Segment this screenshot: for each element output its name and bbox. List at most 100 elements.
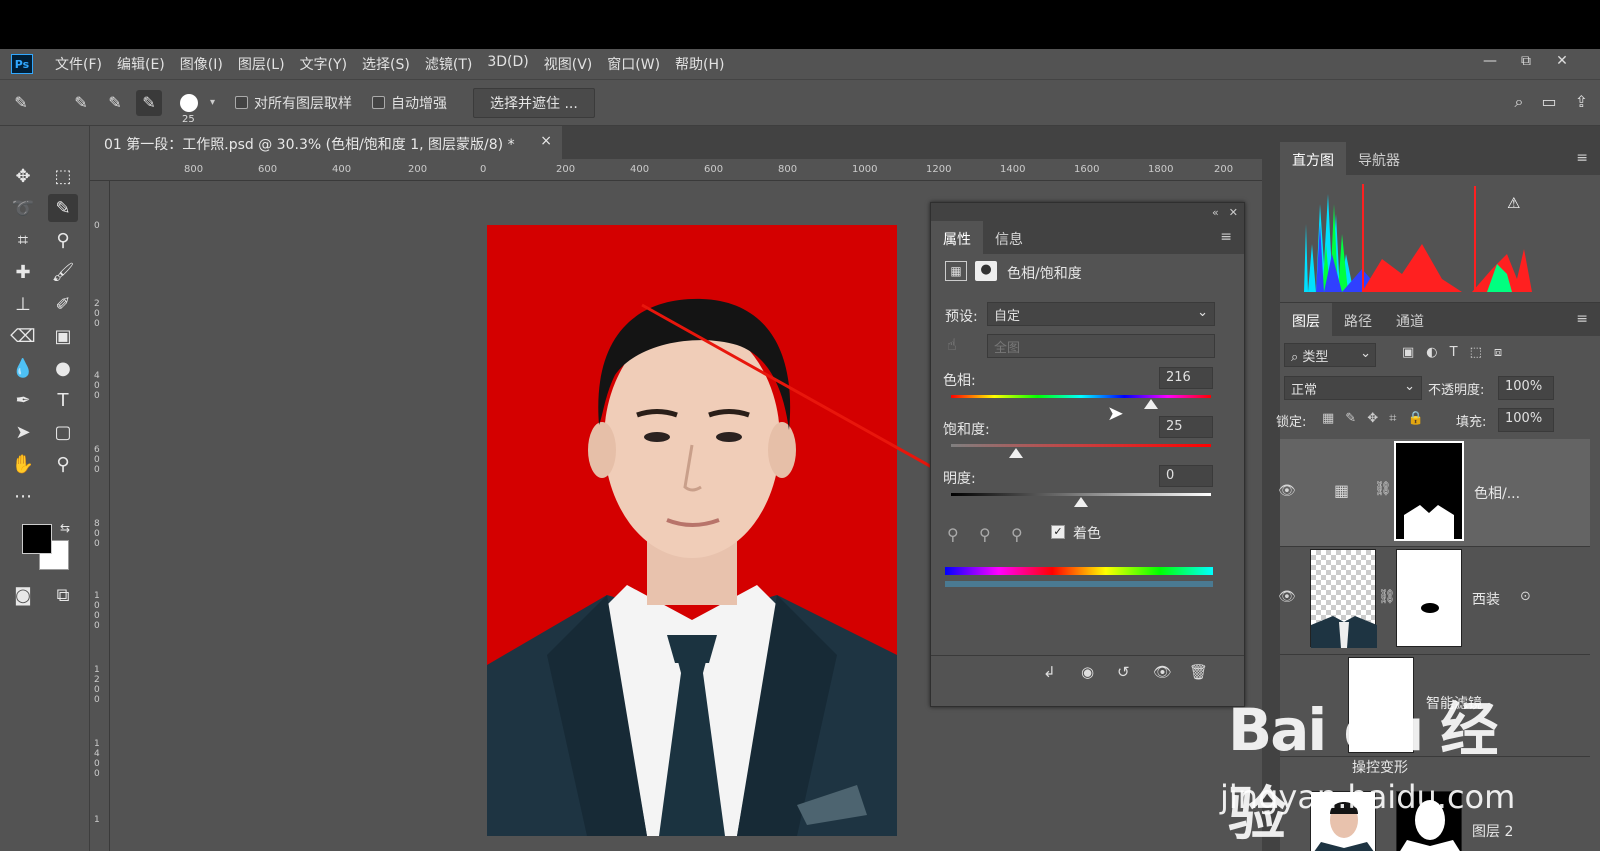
close-panel-icon[interactable]: ✕ <box>1229 206 1238 219</box>
lock-all-icon[interactable]: 🔒 <box>1407 411 1423 426</box>
delete-icon[interactable]: 🗑 <box>1189 663 1208 681</box>
lock-transparent-icon[interactable]: ▦ <box>1322 411 1334 426</box>
result-color-bar <box>945 581 1213 587</box>
histogram-panel: 直方图 导航器 ≡ ⚠ <box>1280 142 1600 302</box>
targeted-adjust-hand-icon[interactable]: ☝ <box>947 335 957 354</box>
channel-dropdown[interactable]: 全图 <box>987 334 1215 358</box>
properties-tabs: 属性 信息 ≡ <box>931 221 1244 254</box>
puppet-warp-label: 操控变形 <box>1352 760 1408 776</box>
saturation-slider-thumb[interactable] <box>1009 448 1023 458</box>
adjustment-title: 色相/饱和度 <box>1007 266 1082 282</box>
lock-label: 锁定: <box>1276 415 1307 430</box>
adjustment-layer-icon: ▦ <box>1334 481 1350 500</box>
layer-thumbnail <box>1310 549 1377 648</box>
layer-filter-label: 类型 <box>1302 350 1329 365</box>
mask-icon[interactable]: ● <box>975 261 997 281</box>
reset-icon[interactable]: ↺ <box>1117 663 1130 681</box>
lightness-input[interactable]: 0 <box>1159 465 1213 487</box>
lightness-slider-thumb[interactable] <box>1074 497 1088 507</box>
eyedropper-plus-icon[interactable]: ⚲ <box>979 525 991 544</box>
tab-channels[interactable]: 通道 <box>1384 303 1436 336</box>
eyedropper-minus-icon[interactable]: ⚲ <box>1011 525 1023 544</box>
channel-value: 全图 <box>994 341 1021 356</box>
layer-filter-dropdown[interactable]: ⌕ 类型 ⌄ <box>1284 343 1376 367</box>
smart-object-icon: ⊙ <box>1520 589 1531 604</box>
lightness-label: 明度: <box>943 471 976 487</box>
lightness-slider-track[interactable] <box>951 493 1211 496</box>
colorize-checkbox[interactable]: ✓ <box>1051 525 1065 539</box>
tab-layers[interactable]: 图层 <box>1280 303 1332 336</box>
smart-object-filter-icon[interactable]: ⧈ <box>1494 345 1502 360</box>
foreground-color-swatch[interactable] <box>22 524 52 554</box>
lock-icons: ▦ ✎ ✥ ⌗ 🔒 <box>1322 411 1424 426</box>
panel-menu-icon[interactable]: ≡ <box>1564 142 1600 175</box>
blend-mode-value: 正常 <box>1291 383 1318 398</box>
clip-to-layer-icon[interactable]: ↲ <box>1043 663 1056 681</box>
layer-row-layer-2[interactable]: 图层 2 <box>1280 785 1590 851</box>
chain-link-icon[interactable]: ⛓ <box>1378 589 1396 605</box>
lock-artboard-icon[interactable]: ⌗ <box>1389 411 1396 426</box>
preset-dropdown[interactable]: 自定 ⌄ <box>987 302 1215 326</box>
chevron-down-icon: ⌄ <box>1360 346 1371 361</box>
type-filter-icon[interactable]: T <box>1450 345 1458 360</box>
tab-paths[interactable]: 路径 <box>1332 303 1384 336</box>
warning-icon[interactable]: ⚠ <box>1507 194 1520 212</box>
layer-visibility-icon[interactable]: 👁 <box>1278 483 1296 499</box>
chevron-down-icon: ⌄ <box>1197 305 1208 320</box>
tab-properties[interactable]: 属性 <box>931 221 983 254</box>
fill-label: 填充: <box>1456 415 1487 430</box>
pixel-filter-icon[interactable]: ▣ <box>1402 345 1414 360</box>
blend-mode-dropdown[interactable]: 正常 ⌄ <box>1284 376 1422 400</box>
panel-menu-icon[interactable]: ≡ <box>1208 221 1244 254</box>
opacity-input[interactable]: 100% <box>1498 376 1554 400</box>
search-icon: ⌕ <box>1291 350 1299 365</box>
hue-slider-track[interactable] <box>951 395 1211 398</box>
source-color-bar <box>945 567 1213 575</box>
layer-row-suit[interactable]: 👁 ⛓ 西装 ⊙ <box>1278 547 1590 655</box>
eyedropper-icon[interactable]: ⚲ <box>947 525 959 544</box>
layer-name: 色相/... <box>1474 486 1521 502</box>
properties-panel: « ✕ 属性 信息 ≡ ▦ ● 色相/饱和度 预设: 自定 ⌄ ☝ 全图 色相:… <box>930 202 1245 707</box>
layer-filter-icons: ▣ ◐ T ⬚ ⧈ <box>1402 345 1502 360</box>
layer-name: 图层 2 <box>1472 824 1514 840</box>
layers-panel: 图层 路径 通道 ≡ ⌕ 类型 ⌄ ▣ ◐ T ⬚ ⧈ 正常 ⌄ 不透明度: 1… <box>1276 302 1600 851</box>
tab-histogram[interactable]: 直方图 <box>1280 142 1346 175</box>
chain-link-icon[interactable]: ⛓ <box>1374 481 1392 497</box>
preset-label: 预设: <box>945 309 978 325</box>
visibility-icon[interactable]: 👁 <box>1153 663 1172 681</box>
layer-row-hue-saturation[interactable]: 👁 ▦ ⛓ 色相/... <box>1278 439 1590 547</box>
saturation-input[interactable]: 25 <box>1159 416 1213 438</box>
layer-mask-thumbnail[interactable] <box>1394 441 1464 541</box>
panel-header: « ✕ <box>931 203 1244 221</box>
colorize-label: 着色 <box>1073 526 1101 542</box>
layer-name: 西装 <box>1472 592 1500 608</box>
fill-input[interactable]: 100% <box>1498 408 1554 432</box>
preset-value: 自定 <box>994 309 1021 324</box>
chevron-down-icon: ⌄ <box>1404 379 1415 394</box>
hue-slider-thumb[interactable] <box>1144 399 1159 409</box>
shape-filter-icon[interactable]: ⬚ <box>1470 345 1482 360</box>
saturation-label: 饱和度: <box>943 422 990 438</box>
saturation-slider-track[interactable] <box>951 444 1211 447</box>
smart-filter-mask-thumbnail[interactable] <box>1348 657 1414 753</box>
layer-mask-thumbnail[interactable] <box>1396 791 1462 851</box>
lock-position-icon[interactable]: ✥ <box>1367 411 1378 426</box>
panel-menu-icon[interactable]: ≡ <box>1564 303 1600 336</box>
layer-thumbnail <box>1310 791 1376 851</box>
tab-navigator[interactable]: 导航器 <box>1346 142 1412 175</box>
layer-visibility-icon[interactable]: 👁 <box>1278 589 1296 605</box>
divider <box>931 655 1244 656</box>
view-previous-icon[interactable]: ◉ <box>1081 663 1094 681</box>
layer-mask-thumbnail[interactable] <box>1396 549 1462 647</box>
tab-info[interactable]: 信息 <box>983 221 1035 254</box>
hue-label: 色相: <box>943 373 976 389</box>
histogram-graph <box>1302 184 1542 292</box>
collapse-icon[interactable]: « <box>1212 206 1219 219</box>
hue-input[interactable]: 216 <box>1159 367 1213 389</box>
smart-filter-label: 智能滤镜 <box>1426 696 1482 712</box>
layer-row-smart-filter[interactable]: 智能滤镜 操控变形 <box>1280 655 1590 776</box>
mouse-cursor-icon: ➤ <box>1107 401 1124 425</box>
adjustment-layer-icon[interactable]: ▦ <box>945 261 967 281</box>
lock-image-icon[interactable]: ✎ <box>1345 411 1356 426</box>
adjustment-filter-icon[interactable]: ◐ <box>1426 345 1437 360</box>
